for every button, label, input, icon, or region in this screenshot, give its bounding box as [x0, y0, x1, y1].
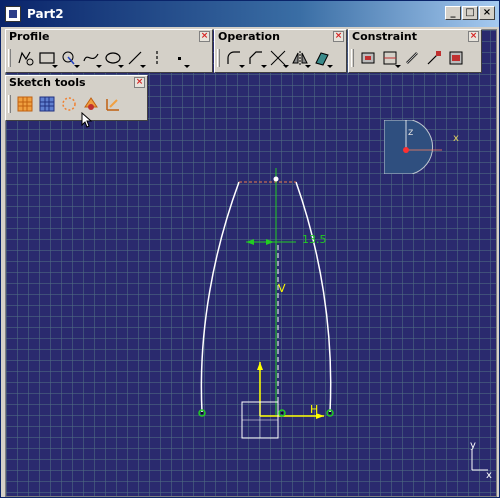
toolbar-grip[interactable] [351, 49, 354, 67]
toolbar-grip[interactable] [8, 95, 11, 113]
constraint-toolbar-title: Constraint [352, 30, 417, 43]
axis-y-label: y [470, 440, 476, 451]
line-icon[interactable] [124, 47, 146, 69]
top-point [273, 176, 279, 182]
profile-toolbar: Profile × [5, 29, 213, 73]
constraint-dialog-icon[interactable] [357, 47, 379, 69]
sketch-tools-toolbar-close-icon[interactable]: × [134, 77, 145, 88]
catia-window: Part2 _ □ × 13.5 V H y x z x Profile × O… [0, 0, 500, 498]
auto-constraint-icon[interactable] [423, 47, 445, 69]
axis-icon[interactable] [146, 47, 168, 69]
toolbar-grip[interactable] [217, 49, 220, 67]
mouse-cursor-icon [81, 112, 93, 128]
animate-constraint-icon[interactable] [445, 47, 467, 69]
operation-toolbar: Operation × [214, 29, 347, 73]
toolbar-grip[interactable] [8, 49, 11, 67]
construction-icon[interactable] [58, 93, 80, 115]
point-icon[interactable] [58, 47, 80, 69]
app-icon [5, 6, 21, 22]
spline-icon[interactable] [80, 47, 102, 69]
operation-toolbar-title: Operation [218, 30, 280, 43]
dimension-arrow-left [246, 239, 254, 245]
sketch-tools-toolbar-title: Sketch tools [9, 76, 86, 89]
axis-x-label: x [486, 470, 492, 481]
operation-toolbar-close-icon[interactable]: × [333, 31, 344, 42]
compass-x-label: x [453, 133, 459, 144]
grid-icon[interactable] [14, 93, 36, 115]
corner-icon[interactable] [223, 47, 245, 69]
close-button[interactable]: × [479, 6, 495, 20]
profile-toolbar-title: Profile [9, 30, 50, 43]
constraint-toolbar-close-icon[interactable]: × [468, 31, 479, 42]
project-3d-icon[interactable] [311, 47, 333, 69]
dimension-value[interactable]: 13.5 [302, 233, 327, 246]
minimize-button[interactable]: _ [445, 6, 461, 20]
profile-icon[interactable] [14, 47, 36, 69]
maximize-button[interactable]: □ [462, 6, 478, 20]
window-title: Part2 [27, 7, 64, 21]
rectangle-icon[interactable] [36, 47, 58, 69]
constraint-icon[interactable] [379, 47, 401, 69]
snap-to-point-icon[interactable] [36, 93, 58, 115]
trim-icon[interactable] [267, 47, 289, 69]
constraint-toolbar: Constraint × [348, 29, 482, 73]
title-bar: Part2 _ □ × [1, 1, 499, 27]
point-dot-icon[interactable] [168, 47, 190, 69]
left-profile-curve [200, 181, 240, 413]
dimension-arrow-right [266, 239, 274, 245]
sketch-tools-toolbar: Sketch tools × [5, 75, 148, 121]
chamfer-icon[interactable] [245, 47, 267, 69]
right-profile-curve [295, 181, 332, 413]
dimensional-constraints-icon[interactable] [102, 93, 124, 115]
profile-toolbar-close-icon[interactable]: × [199, 31, 210, 42]
mirror-icon[interactable] [289, 47, 311, 69]
fix-together-icon[interactable] [401, 47, 423, 69]
h-label: H [310, 403, 319, 416]
compass-z-label: z [408, 127, 414, 138]
v-axis-arrow [257, 362, 263, 370]
ellipse-icon[interactable] [102, 47, 124, 69]
v-label: V [278, 282, 286, 295]
